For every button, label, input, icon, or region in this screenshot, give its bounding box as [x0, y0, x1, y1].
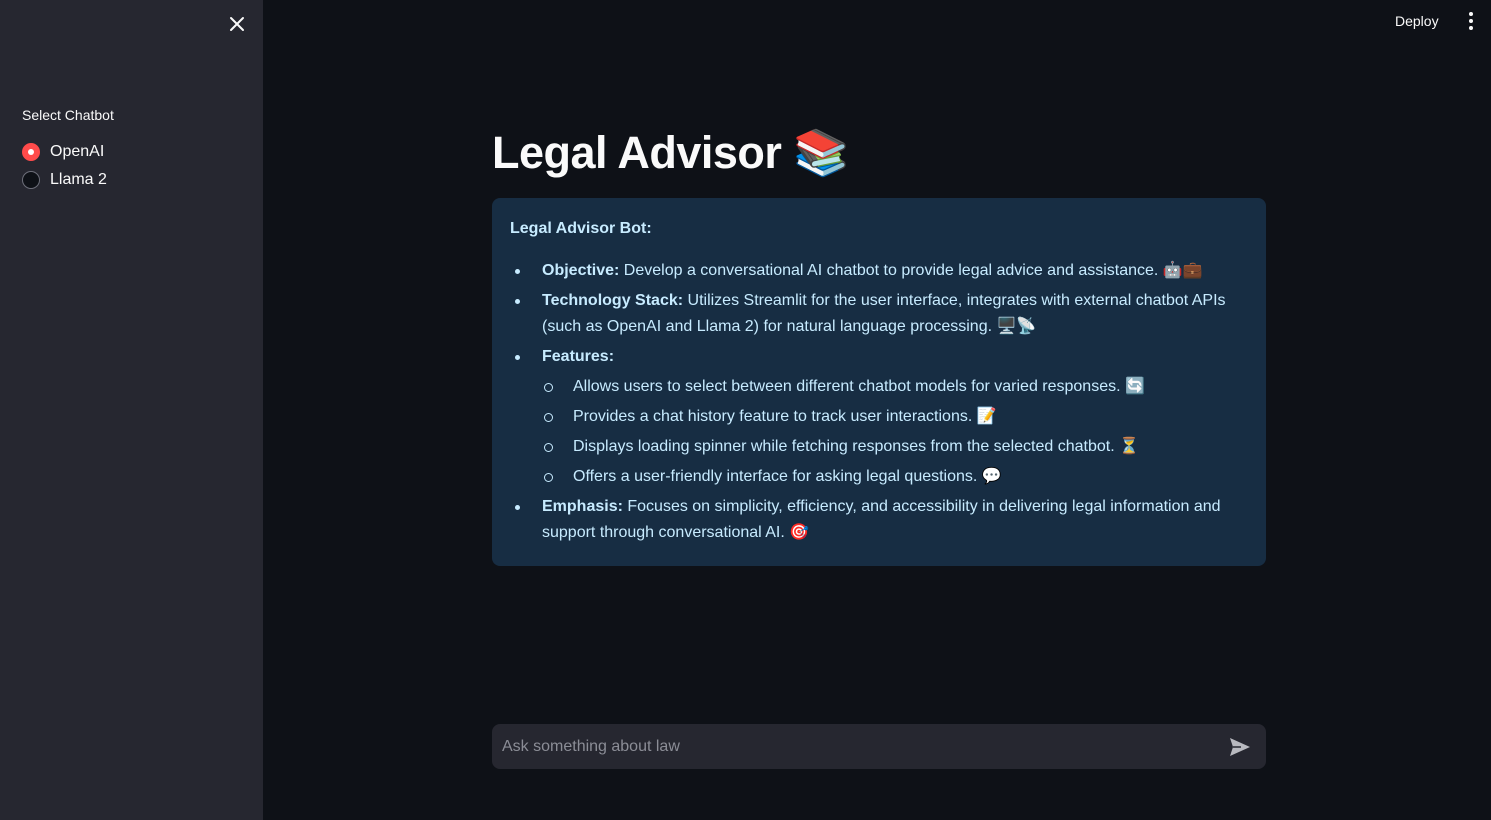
- info-heading: Legal Advisor Bot:: [510, 220, 652, 237]
- close-icon: [230, 17, 244, 31]
- list-item-technology-stack: Technology Stack: Utilizes Streamlit for…: [510, 288, 1248, 340]
- emphasis-text: Focuses on simplicity, efficiency, and a…: [542, 498, 1221, 541]
- radio-option-llama2[interactable]: Llama 2: [22, 166, 107, 194]
- send-icon: [1230, 737, 1250, 756]
- kebab-menu-icon: [1469, 12, 1473, 16]
- list-item-emphasis: Emphasis: Focuses on simplicity, efficie…: [510, 494, 1248, 546]
- objective-text: Develop a conversational AI chatbot to p…: [619, 262, 1203, 279]
- list-item-features: Features: Allows users to select between…: [510, 344, 1248, 490]
- radio-option-label: Llama 2: [50, 171, 107, 188]
- deploy-button[interactable]: Deploy: [1384, 8, 1450, 34]
- chat-input[interactable]: [492, 724, 1220, 769]
- chatbot-radio-group: OpenAI Llama 2: [22, 138, 107, 194]
- list-item-objective: Objective: Develop a conversational AI c…: [510, 258, 1248, 284]
- main-menu-button[interactable]: [1459, 8, 1483, 34]
- tech-stack-label: Technology Stack:: [542, 292, 684, 309]
- radio-option-openai[interactable]: OpenAI: [22, 138, 107, 166]
- radio-option-label: OpenAI: [50, 143, 105, 160]
- sidebar: Select Chatbot OpenAI Llama 2: [0, 0, 263, 820]
- info-bullet-list: Objective: Develop a conversational AI c…: [510, 258, 1248, 546]
- app-root: Select Chatbot OpenAI Llama 2 Deploy Leg…: [0, 0, 1491, 820]
- feature-item: Displays loading spinner while fetching …: [542, 434, 1248, 460]
- radio-button-checked[interactable]: [22, 143, 40, 161]
- send-button[interactable]: [1220, 727, 1260, 767]
- features-sublist: Allows users to select between different…: [542, 374, 1248, 490]
- emphasis-label: Emphasis:: [542, 498, 623, 515]
- features-label: Features:: [542, 348, 615, 365]
- page-title: Legal Advisor 📚: [492, 127, 849, 178]
- kebab-menu-icon-dot: [1469, 26, 1473, 30]
- feature-item: Allows users to select between different…: [542, 374, 1248, 400]
- radio-button-unchecked[interactable]: [22, 171, 40, 189]
- info-box: Legal Advisor Bot: Objective: Develop a …: [492, 198, 1266, 566]
- close-sidebar-button[interactable]: [226, 13, 248, 35]
- feature-item: Offers a user-friendly interface for ask…: [542, 464, 1248, 490]
- chat-input-container: [492, 724, 1266, 769]
- kebab-menu-icon-dot: [1469, 19, 1473, 23]
- objective-label: Objective:: [542, 262, 620, 279]
- feature-item: Provides a chat history feature to track…: [542, 404, 1248, 430]
- chatbot-select-label: Select Chatbot: [22, 107, 114, 123]
